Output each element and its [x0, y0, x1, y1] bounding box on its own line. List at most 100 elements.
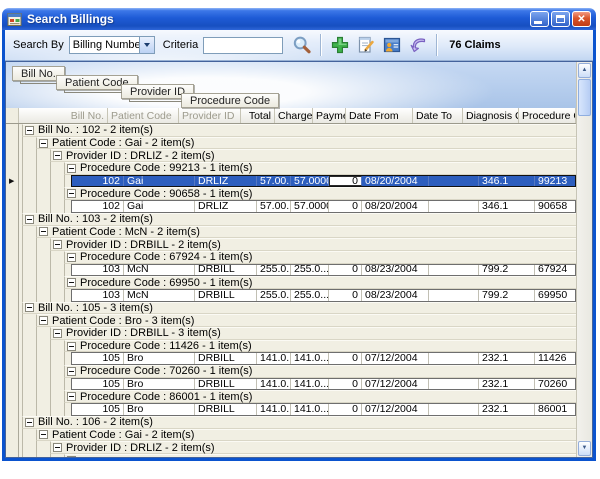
hierarchy-guide-line [22, 149, 23, 162]
collapse-minus-icon[interactable] [67, 367, 76, 376]
group-row[interactable]: Procedure Code : 70260 - 1 item(s) [64, 365, 576, 378]
collapse-minus-icon[interactable] [67, 456, 76, 457]
collapse-minus-icon[interactable] [39, 227, 48, 236]
data-row[interactable]: 105BroDRBILL141.0...141.0...007/12/20042… [71, 403, 576, 416]
collapse-minus-icon[interactable] [25, 303, 34, 312]
titlebar[interactable]: Search Billings ✕ [2, 8, 596, 30]
group-row-label: Patient Code : Gai - 2 item(s) [52, 137, 194, 149]
cell-patient-code: McN [124, 265, 195, 276]
group-row-container [19, 454, 576, 457]
group-row[interactable]: Procedure Code : 90658 - 1 item(s) [64, 187, 576, 200]
group-row[interactable]: Provider ID : DRLIZ - 2 item(s) [50, 441, 576, 454]
data-row[interactable]: 103McNDRBILL255.0...255.0...008/23/20047… [71, 289, 576, 302]
maximize-button[interactable] [551, 11, 570, 27]
cell-provider-id: DRBILL [195, 265, 257, 276]
collapse-minus-icon[interactable] [53, 151, 62, 160]
maximize-icon [556, 15, 565, 23]
group-row[interactable]: Provider ID : DRLIZ - 2 item(s) [50, 149, 576, 162]
scroll-down-button[interactable]: ▼ [578, 441, 591, 456]
collapse-minus-icon[interactable] [25, 418, 34, 427]
add-claim-icon[interactable] [330, 35, 350, 55]
collapse-minus-icon[interactable] [39, 430, 48, 439]
data-row[interactable]: 105BroDRBILL141.0...141.0...007/12/20042… [71, 352, 576, 365]
column-header-provider-id[interactable]: Provider ID [179, 108, 241, 123]
cell-provider-id: DRLIZ [195, 176, 257, 187]
data-row[interactable]: 103McNDRBILL255.0...255.0...008/23/20047… [71, 264, 576, 277]
group-row[interactable]: Provider ID : DRBILL - 3 item(s) [50, 327, 576, 340]
group-row[interactable]: Bill No. : 102 - 2 item(s) [22, 124, 576, 137]
column-header-payme-[interactable]: Payme... [313, 108, 346, 123]
collapse-minus-icon[interactable] [39, 316, 48, 325]
group-row[interactable]: Provider ID : DRBILL - 2 item(s) [50, 238, 576, 251]
group-row[interactable]: Bill No. : 106 - 2 item(s) [22, 416, 576, 429]
collapse-minus-icon[interactable] [53, 443, 62, 452]
payments-cell-editor[interactable]: 0 [329, 176, 362, 187]
cell-charges: 141.0... [291, 353, 329, 364]
group-row[interactable]: Procedure Code : 67924 - 1 item(s) [64, 251, 576, 264]
group-row-label: Provider ID : DRLIZ - 2 item(s) [66, 150, 215, 162]
column-header-total[interactable]: Total [241, 108, 275, 123]
group-row[interactable]: Bill No. : 103 - 2 item(s) [22, 213, 576, 226]
collapse-minus-icon[interactable] [67, 253, 76, 262]
group-row-label: Procedure Code : 86001 - 1 item(s) [80, 391, 252, 403]
column-header-patient-code[interactable]: Patient Code [108, 108, 179, 123]
column-header-date-to[interactable]: Date To [413, 108, 463, 123]
data-row[interactable]: 102GaiDRLIZ57.00...57.0000008/20/2004346… [71, 200, 576, 213]
hierarchy-guide-line [36, 175, 37, 188]
group-row[interactable]: Patient Code : Gai - 2 item(s) [36, 429, 576, 442]
scrollbar-thumb[interactable] [578, 79, 591, 116]
dropdown-button[interactable] [139, 37, 154, 53]
group-row[interactable]: Patient Code : Gai - 2 item(s) [36, 137, 576, 150]
collapse-minus-icon[interactable] [53, 240, 62, 249]
cell-charges: 255.0... [291, 265, 329, 276]
collapse-minus-icon[interactable] [39, 139, 48, 148]
group-row-container: Provider ID : DRBILL - 2 item(s) [19, 238, 576, 251]
group-row-container: Procedure Code : 67924 - 1 item(s) [19, 251, 576, 264]
column-header-bill-no-[interactable]: Bill No. [19, 108, 108, 123]
column-header-date-from[interactable]: Date From [346, 108, 413, 123]
group-row[interactable]: Procedure Code : 69950 - 1 item(s) [64, 276, 576, 289]
group-row[interactable]: Procedure Code : 86001 - 1 item(s) [64, 390, 576, 403]
collapse-minus-icon[interactable] [67, 189, 76, 198]
edit-claim-icon[interactable] [356, 35, 376, 55]
vertical-scrollbar[interactable]: ▲ ▼ [576, 62, 592, 457]
collapse-minus-icon[interactable] [25, 215, 34, 224]
cell-diagnosis-code: 346.1 [479, 176, 535, 187]
group-row[interactable]: Patient Code : Bro - 3 item(s) [36, 314, 576, 327]
scroll-up-button[interactable]: ▲ [578, 63, 591, 78]
collapse-minus-icon[interactable] [67, 278, 76, 287]
group-by-box-procedure-code[interactable]: Procedure Code [181, 93, 279, 108]
group-row-container: Procedure Code : 70260 - 1 item(s) [19, 365, 576, 378]
group-row[interactable] [64, 454, 576, 457]
column-header-diagnosis-code[interactable]: Diagnosis Code [463, 108, 519, 123]
close-button[interactable]: ✕ [572, 11, 591, 27]
group-row-label: Patient Code : McN - 2 item(s) [52, 226, 200, 238]
collapse-minus-icon[interactable] [67, 164, 76, 173]
group-row[interactable]: Bill No. : 105 - 3 item(s) [22, 302, 576, 315]
data-row-container: 105BroDRBILL141.0...141.0...007/12/20042… [19, 378, 576, 391]
criteria-input[interactable] [203, 37, 283, 54]
cell-provider-id: DRBILL [195, 290, 257, 301]
collapse-minus-icon[interactable] [67, 392, 76, 401]
search-icon[interactable] [292, 35, 312, 55]
search-by-dropdown[interactable]: Billing Number [69, 36, 155, 54]
column-header-charges[interactable]: Charges [275, 108, 313, 123]
patient-record-icon[interactable] [382, 35, 402, 55]
group-row-container: Procedure Code : 90658 - 1 item(s) [19, 187, 576, 200]
hierarchy-guide-line [50, 365, 51, 378]
data-row-selected[interactable]: 102GaiDRLIZ57.00...57.0000008/20/2004346… [71, 175, 576, 188]
group-row[interactable]: Patient Code : McN - 2 item(s) [36, 226, 576, 239]
group-row-label: Patient Code : Gai - 2 item(s) [52, 429, 194, 441]
data-row[interactable]: 105BroDRBILL141.0...141.0...007/12/20042… [71, 378, 576, 391]
column-header-procedure-code[interactable]: Procedure Code [519, 108, 576, 123]
group-row-label: Bill No. : 103 - 2 item(s) [38, 213, 153, 225]
minimize-button[interactable] [530, 11, 549, 27]
group-row[interactable]: Procedure Code : 11426 - 1 item(s) [64, 340, 576, 353]
group-row[interactable]: Procedure Code : 99213 - 1 item(s) [64, 162, 576, 175]
collapse-minus-icon[interactable] [53, 329, 62, 338]
collapse-minus-icon[interactable] [25, 126, 34, 135]
collapse-minus-icon[interactable] [67, 342, 76, 351]
post-claim-icon[interactable] [408, 35, 428, 55]
hierarchy-guide-line [22, 378, 23, 391]
hierarchy-guide-line [36, 149, 37, 162]
